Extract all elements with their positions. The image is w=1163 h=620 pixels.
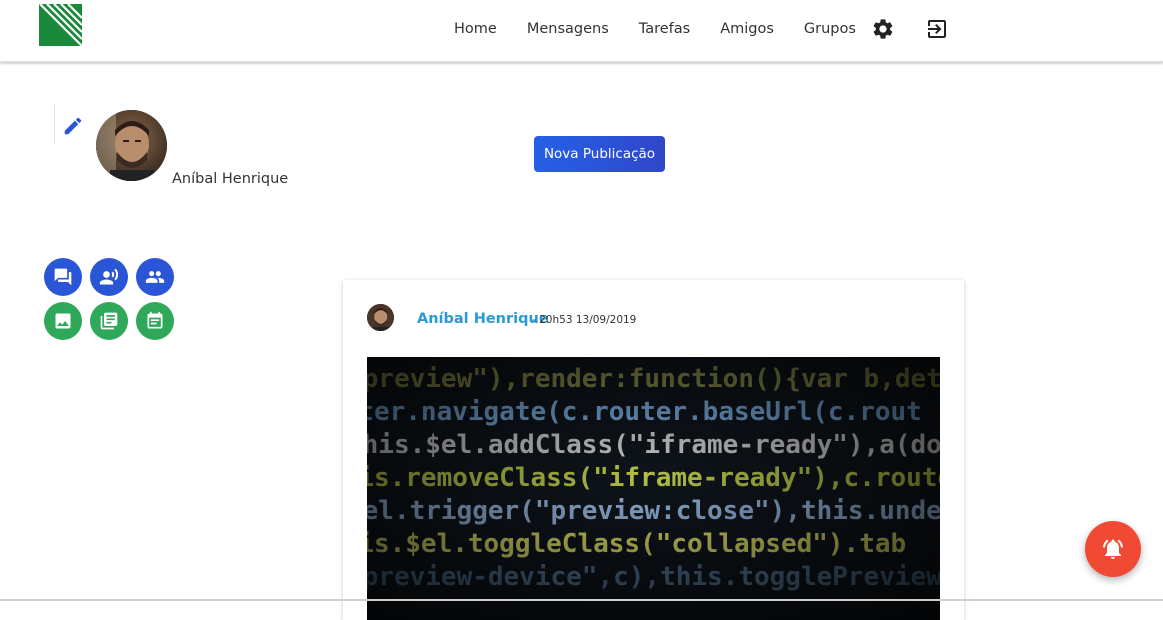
nav-grupos[interactable]: Grupos [789,21,871,37]
library-books-icon[interactable] [90,302,128,340]
edit-icon[interactable] [62,115,84,137]
new-post-button[interactable]: Nova Publicação [534,136,665,172]
post-card: Aníbal Henrique - 20h53 13/09/2019 "prev… [343,280,964,620]
avatar-photo [96,110,167,181]
settings-icon[interactable] [871,17,895,41]
profile-name: Aníbal Henrique [172,171,289,187]
nav-amigos[interactable]: Amigos [705,21,789,37]
post-timestamp: - 20h53 13/09/2019 [532,314,637,326]
forum-icon[interactable] [44,258,82,296]
image-icon[interactable] [44,302,82,340]
divider [54,104,55,144]
event-note-icon[interactable] [136,302,174,340]
logout-icon[interactable] [925,17,949,41]
top-navbar: Home Mensagens Tarefas Amigos Grupos [0,0,1163,62]
nav-home[interactable]: Home [439,21,512,37]
logo-icon [39,4,82,46]
logo[interactable] [39,4,82,46]
record-voice-icon[interactable] [90,258,128,296]
nav-links: Home Mensagens Tarefas Amigos Grupos [439,0,871,58]
code-screenshot-image: "preview"),render:function(){var b,detou… [367,357,940,620]
avatar[interactable] [96,110,167,181]
post-author-link[interactable]: Aníbal Henrique [417,311,549,327]
nav-mensagens[interactable]: Mensagens [512,21,624,37]
post-avatar-photo [367,304,394,331]
people-icon[interactable] [136,258,174,296]
nav-tarefas[interactable]: Tarefas [624,21,705,37]
post-avatar[interactable] [367,304,394,331]
post-image[interactable]: "preview"),render:function(){var b,detou… [367,357,940,620]
notification-bell-icon[interactable] [1085,521,1141,577]
